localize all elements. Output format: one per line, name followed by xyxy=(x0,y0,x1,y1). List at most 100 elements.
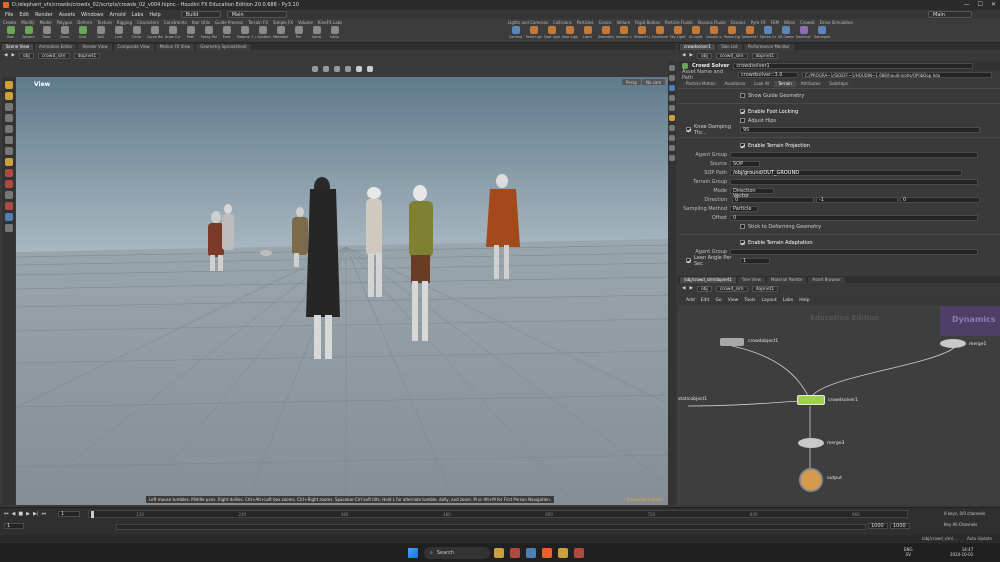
shelf-tab-pyro-fx[interactable]: Pyro FX xyxy=(751,20,766,25)
menu-help[interactable]: Help xyxy=(149,12,160,18)
snap-icon[interactable] xyxy=(355,66,362,72)
merge1-node[interactable] xyxy=(940,339,966,348)
tab-composite-view[interactable]: Composite View xyxy=(113,43,154,50)
sop-path-field[interactable]: /obj/ground/OUT_GROUND xyxy=(730,169,962,176)
shelf-tab-grains[interactable]: Grains xyxy=(599,20,612,25)
handle-tool-icon[interactable] xyxy=(4,136,13,144)
network-menu-tools[interactable]: Tools xyxy=(744,298,755,303)
tab-take-list[interactable]: Take List xyxy=(716,43,742,50)
shelf-tab-fem[interactable]: FEM xyxy=(771,20,779,25)
pose-tool-icon[interactable] xyxy=(4,92,13,100)
crowdsolver-node[interactable] xyxy=(797,395,825,405)
net-path-dopnet1[interactable]: dopnet1 xyxy=(751,285,779,292)
shelf-tool-camera[interactable]: Camera xyxy=(508,26,523,39)
display-lights-icon[interactable] xyxy=(669,115,675,121)
network-canvas[interactable]: Education Edition Dynamics crowdobject1 … xyxy=(678,306,1000,505)
app-icon-red-2[interactable] xyxy=(574,548,584,558)
menu-render[interactable]: Render xyxy=(35,12,53,18)
app-icon-red[interactable] xyxy=(510,548,520,558)
key-all-button[interactable]: Key All Channels xyxy=(944,522,977,527)
path-crowd-sim[interactable]: crowd_sim xyxy=(37,52,70,59)
shelf-tab-modify[interactable]: Modify xyxy=(21,20,34,25)
shelf-tab-characters[interactable]: Characters xyxy=(137,20,159,25)
menu-labs[interactable]: Labs xyxy=(132,12,144,18)
network-menu-labs[interactable]: Labs xyxy=(783,298,793,303)
shelf-tool-gamepad-camera[interactable]: Gamepad Camera xyxy=(814,26,830,39)
shelf-tool-volume-light[interactable]: Volume Light xyxy=(616,26,632,39)
shelf-tab-constraints[interactable]: Constraints xyxy=(164,20,187,25)
range-slider[interactable] xyxy=(116,524,866,530)
menu-assets[interactable]: Assets xyxy=(59,12,75,18)
shelf-tab-polygon[interactable]: Polygon xyxy=(57,20,73,25)
param-tab-avoidance[interactable]: Avoidance xyxy=(720,81,750,87)
knee-damping-checkbox[interactable] xyxy=(686,127,691,132)
foot-locking-checkbox[interactable] xyxy=(740,109,745,114)
asset-name-field[interactable]: crowdsolver::3.0 xyxy=(738,72,798,78)
param-path-crowd-sim[interactable]: crowd_sim xyxy=(715,52,748,59)
mode-dropdown[interactable]: Direction Vector xyxy=(730,187,774,198)
tab-crowdsolver1[interactable]: crowdsolver1 xyxy=(680,43,715,50)
param-path-obj[interactable]: obj xyxy=(696,52,712,59)
shelf-tool-l-system[interactable]: L-System xyxy=(255,26,271,39)
lock-icon[interactable] xyxy=(4,147,13,155)
shelf-tool-null[interactable]: Null xyxy=(93,26,108,39)
shelf-tool-environment-light[interactable]: Environment Light xyxy=(652,26,668,39)
shelf-tool-box[interactable]: Box xyxy=(3,26,18,39)
timeline-scrubber[interactable]: 120 240 360 480 600 720 840 960 xyxy=(88,510,908,518)
menu-windows[interactable]: Windows xyxy=(81,12,103,18)
close-button[interactable]: ✕ xyxy=(991,1,996,8)
sampling-dropdown[interactable]: Particle xyxy=(730,205,758,212)
tab-obj-crowd-sim-dopnet1[interactable]: /obj/crowd_sim/dopnet1 xyxy=(680,276,736,283)
display-ghost-icon[interactable] xyxy=(669,85,675,91)
desktop-main-selector[interactable]: Main xyxy=(226,11,287,18)
shelf-tool-stereo-camera[interactable]: Stereo Camera xyxy=(760,26,776,39)
lean-angle-checkbox[interactable] xyxy=(686,258,691,263)
param-tab-terrain[interactable]: Terrain xyxy=(774,81,796,87)
display-points-icon[interactable] xyxy=(669,75,675,81)
houdini-taskbar-icon[interactable] xyxy=(542,548,552,558)
shelf-tool-path[interactable]: Path xyxy=(183,26,198,39)
adjust-hips-checkbox[interactable] xyxy=(740,118,745,123)
node-name-field[interactable]: crowdsolver1 xyxy=(733,63,974,69)
tab-material-palette[interactable]: Material Palette xyxy=(767,276,807,283)
merge3-node[interactable] xyxy=(798,438,824,448)
shelf-tool-tube[interactable]: Tube xyxy=(39,26,54,39)
shelf-tab-terrain-fx[interactable]: Terrain FX xyxy=(248,20,268,25)
shelf-tab-crowds[interactable]: Crowds xyxy=(800,20,815,25)
desktop-main-selector-right[interactable]: Main xyxy=(928,11,972,18)
shelf-tab-wires[interactable]: Wires xyxy=(784,20,795,25)
shelf-tab-oceans[interactable]: Oceans xyxy=(731,20,746,25)
tab-scene-view[interactable]: Scene View xyxy=(2,43,33,50)
shelf-tool-portal-light[interactable]: Portal Light xyxy=(724,26,740,39)
tab-performance-monitor[interactable]: Performance Monitor xyxy=(743,43,794,50)
shelf-tab-hair-utils[interactable]: Hair Utils xyxy=(192,20,210,25)
display-bg-icon[interactable] xyxy=(669,155,675,161)
network-menu-add[interactable]: Add xyxy=(686,298,695,303)
menu-arnold[interactable]: Arnold xyxy=(109,12,125,18)
tab-asset-browser[interactable]: Asset Browser xyxy=(808,276,845,283)
start-frame-field[interactable]: 1 xyxy=(4,523,24,529)
snapshot-icon[interactable] xyxy=(4,202,13,210)
shelf-tab-deform[interactable]: Deform xyxy=(77,20,92,25)
shelf-tab-drive-simulation[interactable]: Drive Simulation xyxy=(820,20,853,25)
param-back-arrow-icon[interactable]: ◀ xyxy=(682,53,685,58)
direction-y-field[interactable]: -1 xyxy=(816,196,898,203)
net-back-arrow-icon[interactable]: ◀ xyxy=(682,286,685,291)
shelf-tab-kinefx-labs[interactable]: KineFX Labs xyxy=(318,20,342,25)
desktop-build-selector[interactable]: Build xyxy=(180,11,221,18)
shelf-tab-particles[interactable]: Particles xyxy=(577,20,594,25)
tab-render-view[interactable]: Render View xyxy=(78,43,112,50)
shelf-tool-draw-curve[interactable]: Draw Curve xyxy=(165,26,181,39)
shelf-tool-spot-light[interactable]: Spot Light xyxy=(544,26,560,39)
network-menu-go[interactable]: Go xyxy=(715,298,721,303)
scale-icon[interactable] xyxy=(344,66,351,72)
move-tool-icon[interactable] xyxy=(4,103,13,111)
go-start-button[interactable]: ⏮ xyxy=(4,511,9,517)
network-menu-layout[interactable]: Layout xyxy=(761,298,776,303)
direction-z-field[interactable]: 0 xyxy=(900,196,980,203)
display-wire-icon[interactable] xyxy=(669,95,675,101)
agent-group-field[interactable] xyxy=(730,151,978,158)
shelf-tab-guide-process[interactable]: Guide Process xyxy=(215,20,243,25)
camera-menu[interactable]: No cam xyxy=(642,79,666,85)
param-path-dopnet1[interactable]: dopnet1 xyxy=(751,52,779,59)
